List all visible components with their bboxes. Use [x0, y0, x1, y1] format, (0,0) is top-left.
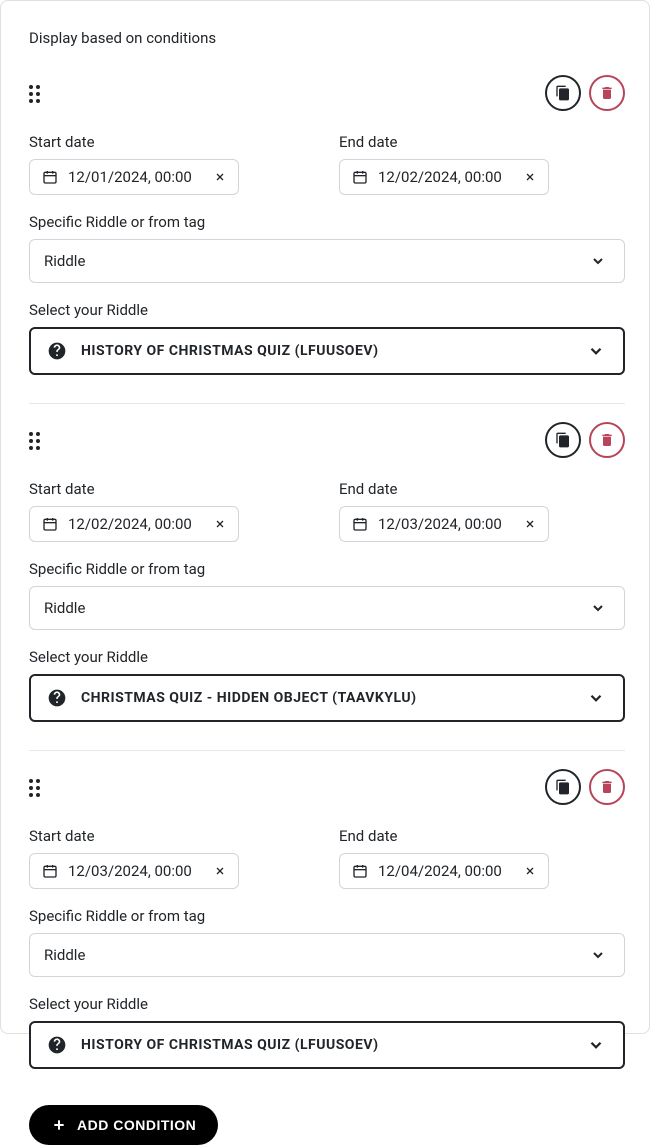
start-date-value: 12/02/2024, 00:00: [68, 515, 204, 533]
question-icon: [47, 1035, 67, 1055]
source-label: Specific Riddle or from tag: [29, 560, 625, 578]
start-date-value: 12/03/2024, 00:00: [68, 862, 204, 880]
source-label: Specific Riddle or from tag: [29, 213, 625, 231]
start-date-input[interactable]: 12/01/2024, 00:00: [29, 159, 239, 195]
delete-button[interactable]: [589, 422, 625, 458]
riddle-value: CHRISTMAS QUIZ - HIDDEN OBJECT (TAAVKYLU…: [81, 690, 559, 706]
end-date-value: 12/03/2024, 00:00: [378, 515, 514, 533]
end-date-label: End date: [339, 480, 625, 498]
chevron-down-icon: [590, 253, 606, 269]
source-value: Riddle: [44, 252, 85, 270]
end-date-input[interactable]: 12/04/2024, 00:00: [339, 853, 549, 889]
start-date-label: Start date: [29, 827, 315, 845]
chevron-down-icon: [587, 689, 605, 707]
section-title: Display based on conditions: [29, 29, 625, 47]
delete-button[interactable]: [589, 769, 625, 805]
drag-handle-icon[interactable]: [29, 85, 45, 101]
riddle-value: HISTORY OF CHRISTMAS QUIZ (LFUUSOEV): [81, 1037, 559, 1053]
calendar-icon: [352, 516, 368, 532]
riddle-select[interactable]: CHRISTMAS QUIZ - HIDDEN OBJECT (TAAVKYLU…: [29, 674, 625, 722]
trash-icon: [599, 779, 615, 795]
chevron-down-icon: [587, 342, 605, 360]
copy-button[interactable]: [545, 769, 581, 805]
clear-icon[interactable]: [524, 518, 536, 530]
question-icon: [47, 688, 67, 708]
select-riddle-label: Select your Riddle: [29, 995, 625, 1013]
start-date-input[interactable]: 12/03/2024, 00:00: [29, 853, 239, 889]
calendar-icon: [352, 169, 368, 185]
clear-icon[interactable]: [524, 171, 536, 183]
copy-button[interactable]: [545, 422, 581, 458]
riddle-select[interactable]: HISTORY OF CHRISTMAS QUIZ (LFUUSOEV): [29, 1021, 625, 1069]
trash-icon: [599, 85, 615, 101]
start-date-label: Start date: [29, 480, 315, 498]
end-date-input[interactable]: 12/02/2024, 00:00: [339, 159, 549, 195]
select-riddle-label: Select your Riddle: [29, 648, 625, 666]
plus-icon: [51, 1117, 67, 1133]
calendar-icon: [42, 169, 58, 185]
question-icon: [47, 341, 67, 361]
select-riddle-label: Select your Riddle: [29, 301, 625, 319]
source-select[interactable]: Riddle: [29, 933, 625, 977]
end-date-label: End date: [339, 827, 625, 845]
clear-icon[interactable]: [524, 865, 536, 877]
source-select[interactable]: Riddle: [29, 239, 625, 283]
condition-block: Start date 12/02/2024, 00:00 End date 12…: [29, 422, 625, 750]
drag-handle-icon[interactable]: [29, 432, 45, 448]
start-date-value: 12/01/2024, 00:00: [68, 168, 204, 186]
add-condition-label: ADD CONDITION: [77, 1117, 196, 1133]
calendar-icon: [42, 516, 58, 532]
start-date-label: Start date: [29, 133, 315, 151]
condition-block: Start date 12/01/2024, 00:00 End date 12…: [29, 75, 625, 403]
chevron-down-icon: [590, 600, 606, 616]
end-date-input[interactable]: 12/03/2024, 00:00: [339, 506, 549, 542]
divider: [29, 750, 625, 751]
chevron-down-icon: [587, 1036, 605, 1054]
end-date-label: End date: [339, 133, 625, 151]
drag-handle-icon[interactable]: [29, 779, 45, 795]
clear-icon[interactable]: [214, 865, 226, 877]
clear-icon[interactable]: [214, 171, 226, 183]
copy-icon: [555, 432, 571, 448]
delete-button[interactable]: [589, 75, 625, 111]
end-date-value: 12/02/2024, 00:00: [378, 168, 514, 186]
calendar-icon: [352, 863, 368, 879]
chevron-down-icon: [590, 947, 606, 963]
copy-icon: [555, 779, 571, 795]
start-date-input[interactable]: 12/02/2024, 00:00: [29, 506, 239, 542]
copy-icon: [555, 85, 571, 101]
divider: [29, 403, 625, 404]
copy-button[interactable]: [545, 75, 581, 111]
source-value: Riddle: [44, 599, 85, 617]
trash-icon: [599, 432, 615, 448]
riddle-value: HISTORY OF CHRISTMAS QUIZ (LFUUSOEV): [81, 343, 559, 359]
add-condition-button[interactable]: ADD CONDITION: [29, 1105, 218, 1145]
end-date-value: 12/04/2024, 00:00: [378, 862, 514, 880]
riddle-select[interactable]: HISTORY OF CHRISTMAS QUIZ (LFUUSOEV): [29, 327, 625, 375]
condition-block: Start date 12/03/2024, 00:00 End date 12…: [29, 769, 625, 1097]
calendar-icon: [42, 863, 58, 879]
clear-icon[interactable]: [214, 518, 226, 530]
source-label: Specific Riddle or from tag: [29, 907, 625, 925]
source-select[interactable]: Riddle: [29, 586, 625, 630]
source-value: Riddle: [44, 946, 85, 964]
